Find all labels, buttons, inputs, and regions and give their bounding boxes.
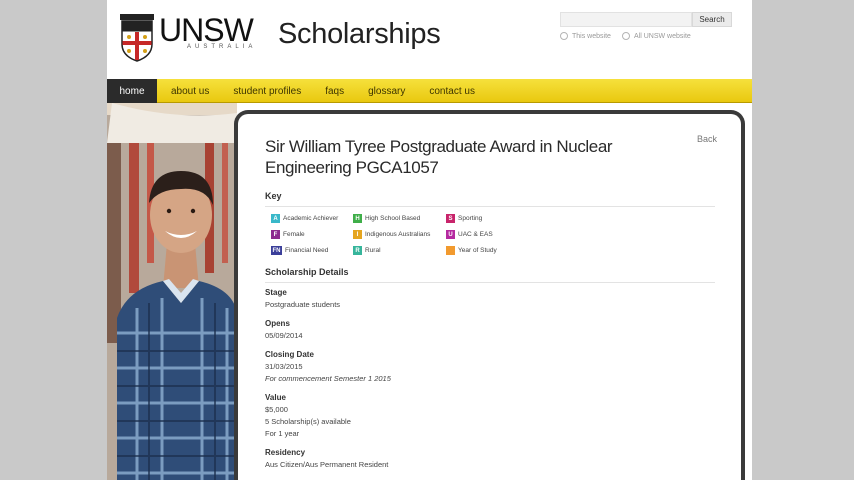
stage-value: Postgraduate students: [265, 300, 341, 309]
radio-circle-icon[interactable]: [560, 32, 568, 40]
value-label: Value: [265, 393, 286, 402]
radio-circle-icon[interactable]: [622, 32, 630, 40]
page: UNSW AUSTRALIA Scholarships Search This …: [107, 0, 752, 480]
key-high-school-based: H High School Based: [353, 214, 420, 223]
badge-r-icon: R: [353, 246, 362, 255]
key-rural: R Rural: [353, 246, 381, 255]
details-heading: Scholarship Details: [265, 267, 349, 277]
divider: [265, 206, 715, 207]
radio-label: All UNSW website: [634, 32, 691, 40]
stage-label: Stage: [265, 288, 287, 297]
badge-a-icon: A: [271, 214, 280, 223]
student-photo-illustration: [107, 103, 237, 480]
site-title[interactable]: Scholarships: [278, 18, 441, 51]
closing-date-label: Closing Date: [265, 350, 314, 359]
key-academic-achiever: A Academic Achiever: [271, 214, 338, 223]
unsw-crest-icon: [120, 14, 154, 62]
key-female: F Female: [271, 230, 305, 239]
student-photo: [107, 103, 237, 480]
key-heading: Key: [265, 191, 282, 201]
search-input[interactable]: [560, 12, 692, 27]
nav-student-profiles[interactable]: student profiles: [221, 79, 313, 103]
divider: [265, 282, 715, 283]
back-link[interactable]: Back: [697, 134, 717, 144]
radio-label: This website: [572, 32, 611, 40]
key-uac-eas: U UAC & EAS: [446, 230, 493, 239]
badge-f-icon: F: [271, 230, 280, 239]
site-header: UNSW AUSTRALIA Scholarships Search This …: [107, 0, 752, 78]
value-count: 5 Scholarship(s) available: [265, 417, 351, 426]
value-amount: $5,000: [265, 405, 288, 414]
opens-value: 05/09/2014: [265, 331, 303, 340]
key-financial-need: FN Financial Need: [271, 246, 329, 255]
award-title: Sir William Tyree Postgraduate Award in …: [265, 137, 613, 177]
badge-i-icon: I: [353, 230, 362, 239]
nav-faqs[interactable]: faqs: [313, 79, 356, 103]
nav-contact-us[interactable]: contact us: [417, 79, 487, 103]
value-duration: For 1 year: [265, 429, 300, 438]
badge-u-icon: U: [446, 230, 455, 239]
opens-label: Opens: [265, 319, 290, 328]
radio-all-unsw[interactable]: All UNSW website: [622, 32, 691, 40]
nav-glossary[interactable]: glossary: [356, 79, 417, 103]
radio-this-website[interactable]: This website: [560, 32, 611, 40]
scholarship-panel: Back Sir William Tyree Postgraduate Awar…: [238, 114, 741, 480]
nav-about-us[interactable]: about us: [157, 79, 221, 103]
closing-date-note: For commencement Semester 1 2015: [265, 374, 391, 383]
key-sporting: S Sporting: [446, 214, 482, 223]
nav-home[interactable]: home: [107, 79, 157, 103]
badge-year-icon: [446, 246, 455, 255]
residency-label: Residency: [265, 448, 306, 457]
search-button[interactable]: Search: [692, 12, 732, 27]
residency-value: Aus Citizen/Aus Permanent Resident: [265, 460, 389, 469]
closing-date-value: 31/03/2015: [265, 362, 303, 371]
main-nav: home about us student profiles faqs glos…: [107, 79, 752, 103]
badge-s-icon: S: [446, 214, 455, 223]
badge-fn-icon: FN: [271, 246, 282, 255]
key-indigenous-australians: I Indigenous Australians: [353, 230, 430, 239]
key-year-of-study: Year of Study: [446, 246, 497, 255]
badge-h-icon: H: [353, 214, 362, 223]
logo-subtitle: AUSTRALIA: [187, 44, 257, 50]
